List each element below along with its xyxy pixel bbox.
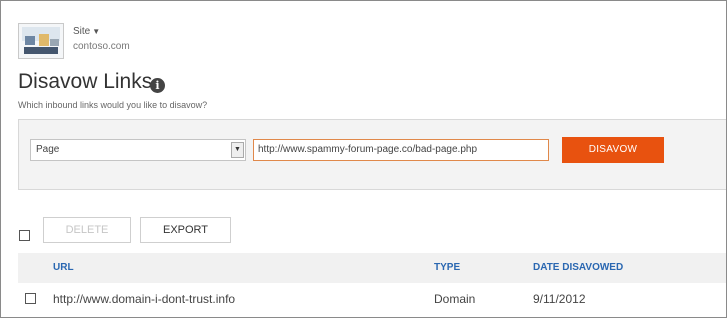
url-input[interactable]: http://www.spammy-forum-page.co/bad-page… <box>253 139 549 161</box>
row-date: 9/11/2012 <box>533 292 586 306</box>
type-select-value: Page <box>36 144 60 155</box>
delete-button[interactable]: DELETE <box>43 217 131 243</box>
dropdown-arrow-icon[interactable]: ▼ <box>231 142 244 158</box>
column-header-type[interactable]: TYPE <box>434 262 460 273</box>
page-subtitle: Which inbound links would you like to di… <box>18 100 208 110</box>
column-header-url[interactable]: URL <box>53 262 74 273</box>
chevron-down-icon: ▼ <box>92 27 101 36</box>
row-url: http://www.domain-i-dont-trust.info <box>53 292 236 306</box>
site-url: contoso.com <box>73 41 130 52</box>
page-title: Disavow Links <box>18 70 153 93</box>
column-header-date[interactable]: DATE DISAVOWED <box>533 262 623 273</box>
info-icon[interactable]: i <box>150 78 165 93</box>
export-button[interactable]: EXPORT <box>140 217 231 243</box>
type-select[interactable]: Page ▼ <box>30 139 246 161</box>
site-thumbnail <box>18 23 64 59</box>
select-all-checkbox[interactable] <box>19 230 30 241</box>
disavow-button[interactable]: DISAVOW <box>562 137 664 163</box>
row-type: Domain <box>434 292 476 306</box>
row-checkbox[interactable] <box>25 293 36 304</box>
site-switcher[interactable]: Site ▼ <box>73 26 100 37</box>
site-switcher-label: Site <box>73 26 91 37</box>
